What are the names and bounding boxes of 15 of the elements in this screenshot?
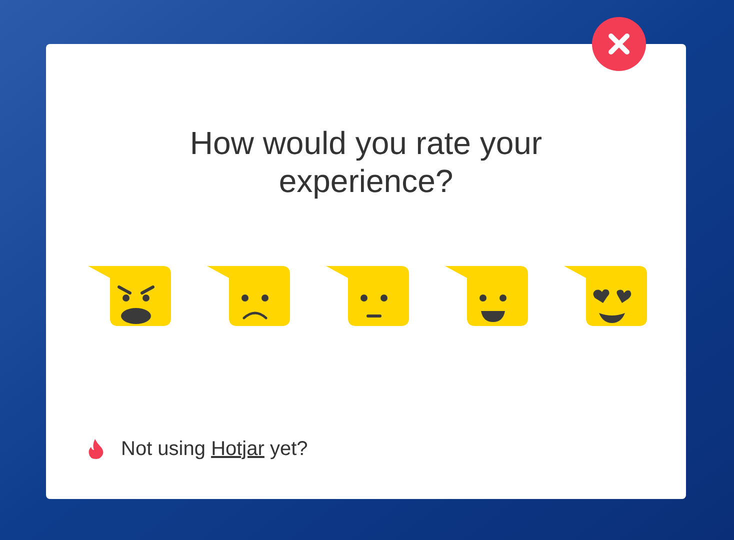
- neutral-face-icon: [326, 265, 410, 327]
- angry-face-icon: [88, 265, 172, 327]
- rating-button[interactable]: [326, 265, 410, 327]
- footer-text: Not using Hotjar yet?: [88, 434, 308, 464]
- sad-face-icon: [207, 265, 291, 327]
- hotjar-link[interactable]: Hotjar: [211, 434, 264, 464]
- happy-face-icon: [445, 265, 529, 327]
- rating-button[interactable]: [564, 265, 648, 327]
- rating-button[interactable]: [445, 265, 529, 327]
- dialog-title: How would you rate your experience?: [188, 124, 544, 200]
- rating-button[interactable]: [88, 265, 172, 327]
- close-icon: [608, 33, 630, 55]
- rating-button[interactable]: [207, 265, 291, 327]
- fire-icon: [88, 439, 104, 459]
- heart-eyes-face-icon: [564, 265, 648, 327]
